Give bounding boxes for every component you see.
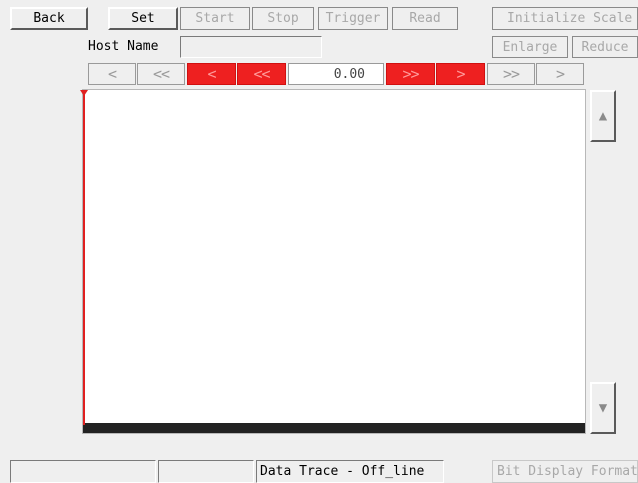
nav-prev-red-button[interactable]: < bbox=[187, 63, 236, 85]
host-name-field[interactable] bbox=[180, 36, 322, 58]
set-button[interactable]: Set bbox=[108, 7, 178, 30]
enlarge-button[interactable]: Enlarge bbox=[492, 36, 568, 58]
trace-bottom-bar bbox=[83, 423, 585, 433]
nav-next-fast-grey-button[interactable]: >> bbox=[487, 63, 535, 85]
nav-prev-grey-button[interactable]: < bbox=[88, 63, 136, 85]
up-arrow-icon: ▲ bbox=[598, 108, 608, 124]
scroll-down-button[interactable]: ▼ bbox=[590, 382, 616, 434]
scroll-up-button[interactable]: ▲ bbox=[590, 90, 616, 142]
bit-display-format-button[interactable]: Bit Display Format bbox=[492, 460, 638, 483]
cursor-marker-icon bbox=[80, 90, 88, 96]
host-name-label: Host Name bbox=[88, 39, 159, 54]
cursor-line[interactable] bbox=[83, 90, 85, 425]
status-field-1 bbox=[10, 460, 156, 483]
status-title: Data Trace - Off_line bbox=[256, 460, 444, 483]
down-arrow-icon: ▼ bbox=[598, 400, 608, 416]
stop-button[interactable]: Stop bbox=[252, 7, 314, 30]
initialize-scale-button[interactable]: Initialize Scale bbox=[492, 7, 638, 30]
nav-next-red-button[interactable]: > bbox=[436, 63, 485, 85]
trace-area[interactable] bbox=[80, 89, 586, 434]
status-field-2 bbox=[158, 460, 254, 483]
start-button[interactable]: Start bbox=[180, 7, 250, 30]
back-button[interactable]: Back bbox=[10, 7, 88, 30]
nav-next-fast-red-button[interactable]: >> bbox=[386, 63, 435, 85]
trigger-button[interactable]: Trigger bbox=[318, 7, 388, 30]
nav-prev-fast-grey-button[interactable]: << bbox=[137, 63, 185, 85]
nav-prev-fast-red-button[interactable]: << bbox=[237, 63, 286, 85]
position-display: 0.00 bbox=[288, 63, 384, 85]
nav-next-grey-button[interactable]: > bbox=[536, 63, 584, 85]
reduce-button[interactable]: Reduce bbox=[572, 36, 638, 58]
read-button[interactable]: Read bbox=[392, 7, 458, 30]
